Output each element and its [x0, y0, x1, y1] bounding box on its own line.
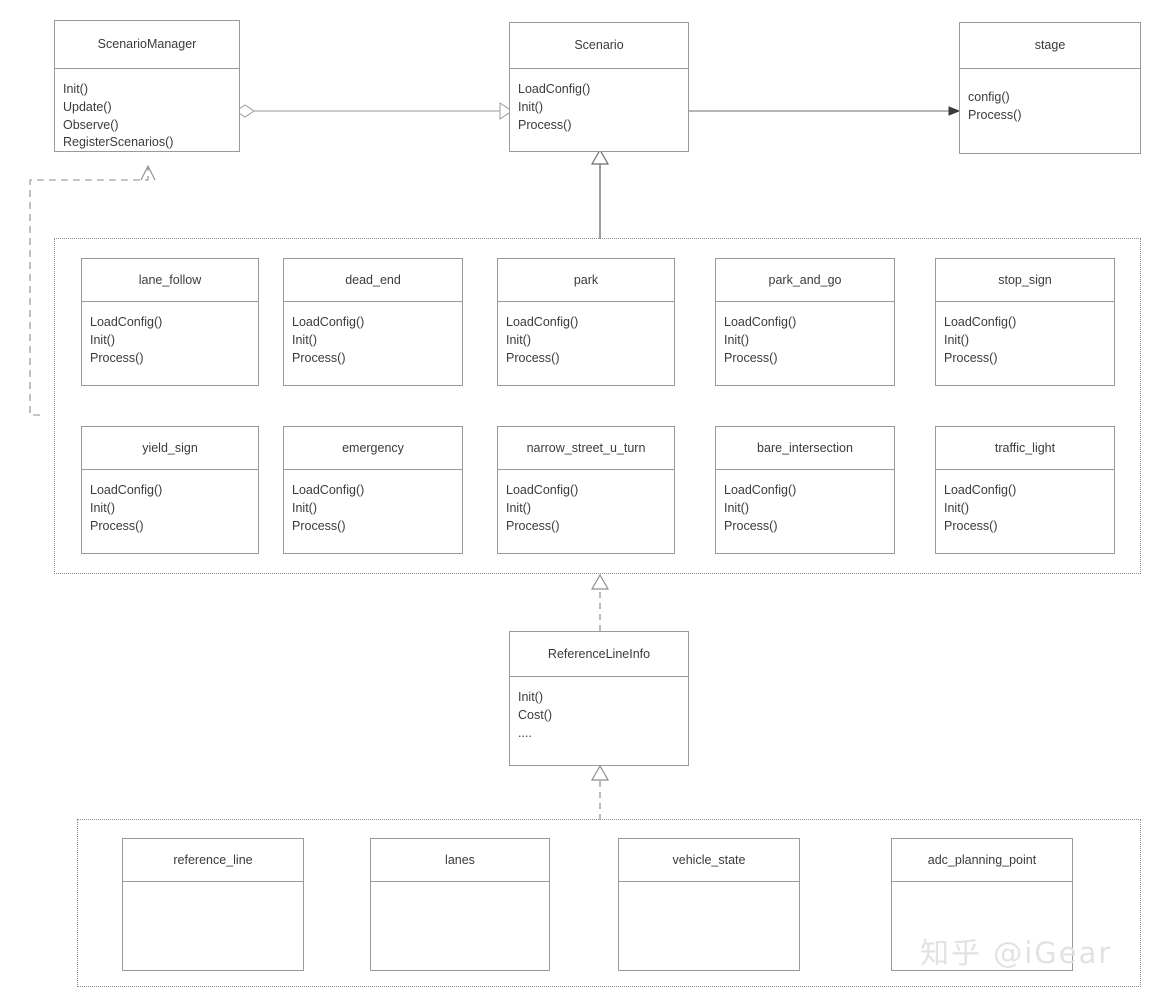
method-item: LoadConfig() [506, 483, 579, 497]
class-box-stage[interactable]: stage config() Process() [959, 22, 1141, 154]
method-item: Init() [90, 332, 115, 347]
class-box-emergency[interactable]: emergency LoadConfig() Init() Process() [283, 426, 463, 554]
method-item: Process() [724, 518, 778, 533]
method-item: RegisterScenarios() [63, 135, 174, 150]
edge-scenarios-scenario [590, 148, 610, 239]
class-title-vehicle-state: vehicle_state [619, 839, 799, 882]
class-title-lane-follow: lane_follow [82, 259, 258, 302]
method-item: Init() [506, 332, 531, 347]
class-methods-scenario-manager: Init() Update() Observe() RegisterScenar… [55, 69, 239, 152]
method-item: Update() [63, 99, 112, 114]
method-item: Cost() [518, 707, 553, 722]
class-methods-emergency: LoadConfig() Init() Process() [284, 470, 462, 535]
method-item: Init() [63, 82, 88, 96]
class-methods-stage: config() Process() [960, 69, 1140, 125]
class-title-stop-sign: stop_sign [936, 259, 1114, 302]
watermark-label: 知乎 @iGear [920, 936, 1113, 970]
method-item: LoadConfig() [724, 483, 797, 497]
method-item: LoadConfig() [944, 315, 1017, 329]
method-item: Init() [944, 332, 969, 347]
edge-data-referencelineinfo [590, 764, 610, 820]
class-title-reference-line-info: ReferenceLineInfo [510, 632, 688, 677]
class-title-bare-intersection: bare_intersection [716, 427, 894, 470]
class-title-stage: stage [960, 23, 1140, 69]
method-item: Process() [90, 350, 144, 365]
class-methods-park-and-go: LoadConfig() Init() Process() [716, 302, 894, 367]
class-title-park-and-go: park_and_go [716, 259, 894, 302]
class-box-scenario[interactable]: Scenario LoadConfig() Init() Process() [509, 22, 689, 152]
edge-scenario-stage [688, 106, 961, 116]
class-methods-bare-intersection: LoadConfig() Init() Process() [716, 470, 894, 535]
class-methods-dead-end: LoadConfig() Init() Process() [284, 302, 462, 367]
class-methods-narrow-street-u-turn: LoadConfig() Init() Process() [498, 470, 674, 535]
class-box-narrow-street-u-turn[interactable]: narrow_street_u_turn LoadConfig() Init()… [497, 426, 675, 554]
method-item: Process() [944, 350, 998, 365]
class-box-stop-sign[interactable]: stop_sign LoadConfig() Init() Process() [935, 258, 1115, 386]
method-item: Process() [968, 107, 1022, 122]
method-item: Init() [944, 500, 969, 515]
method-item: Init() [518, 99, 543, 114]
class-methods-scenario: LoadConfig() Init() Process() [510, 69, 688, 134]
method-item: Init() [292, 332, 317, 347]
class-title-lanes: lanes [371, 839, 549, 882]
class-box-reference-line[interactable]: reference_line [122, 838, 304, 971]
class-title-dead-end: dead_end [284, 259, 462, 302]
class-box-vehicle-state[interactable]: vehicle_state [618, 838, 800, 971]
method-item: Process() [90, 518, 144, 533]
method-item: Init() [292, 500, 317, 515]
method-item: LoadConfig() [90, 483, 163, 497]
class-title-park: park [498, 259, 674, 302]
method-item: LoadConfig() [292, 315, 365, 329]
class-box-dead-end[interactable]: dead_end LoadConfig() Init() Process() [283, 258, 463, 386]
method-item: Process() [506, 518, 560, 533]
method-item: Init() [724, 332, 749, 347]
class-diagram-canvas: stage (filled arrow) --> ScenarioManager… [0, 0, 1174, 1006]
method-item: LoadConfig() [724, 315, 797, 329]
method-item: LoadConfig() [518, 82, 591, 96]
class-title-reference-line: reference_line [123, 839, 303, 882]
class-box-park[interactable]: park LoadConfig() Init() Process() [497, 258, 675, 386]
class-box-scenario-manager[interactable]: ScenarioManager Init() Update() Observe(… [54, 20, 240, 152]
class-title-scenario: Scenario [510, 23, 688, 69]
class-title-narrow-street-u-turn: narrow_street_u_turn [498, 427, 674, 470]
class-methods-park: LoadConfig() Init() Process() [498, 302, 674, 367]
method-item: Process() [944, 518, 998, 533]
method-item: LoadConfig() [944, 483, 1017, 497]
edge-referencelineinfo-scenarios [590, 573, 610, 631]
class-methods-traffic-light: LoadConfig() Init() Process() [936, 470, 1114, 535]
method-item: Process() [506, 350, 560, 365]
class-box-yield-sign[interactable]: yield_sign LoadConfig() Init() Process() [81, 426, 259, 554]
class-methods-yield-sign: LoadConfig() Init() Process() [82, 470, 258, 535]
method-item: Init() [724, 500, 749, 515]
method-item: LoadConfig() [90, 315, 163, 329]
class-title-yield-sign: yield_sign [82, 427, 258, 470]
class-box-reference-line-info[interactable]: ReferenceLineInfo Init() Cost() .... [509, 631, 689, 766]
method-item: LoadConfig() [292, 483, 365, 497]
method-item: Process() [518, 117, 572, 132]
method-item: Process() [724, 350, 778, 365]
method-item: Init() [506, 500, 531, 515]
method-item: Process() [292, 518, 346, 533]
class-title-emergency: emergency [284, 427, 462, 470]
class-title-scenario-manager: ScenarioManager [55, 21, 239, 69]
method-item: Init() [518, 690, 543, 704]
method-item: config() [968, 90, 1010, 104]
class-box-lane-follow[interactable]: lane_follow LoadConfig() Init() Process(… [81, 258, 259, 386]
class-methods-lane-follow: LoadConfig() Init() Process() [82, 302, 258, 367]
method-item: Init() [90, 500, 115, 515]
class-box-park-and-go[interactable]: park_and_go LoadConfig() Init() Process(… [715, 258, 895, 386]
class-methods-reference-line-info: Init() Cost() .... [510, 677, 688, 742]
method-item: .... [518, 725, 532, 740]
method-item: Observe() [63, 117, 119, 132]
class-title-traffic-light: traffic_light [936, 427, 1114, 470]
class-box-lanes[interactable]: lanes [370, 838, 550, 971]
class-title-adc-planning-point: adc_planning_point [892, 839, 1072, 882]
class-methods-stop-sign: LoadConfig() Init() Process() [936, 302, 1114, 367]
class-box-bare-intersection[interactable]: bare_intersection LoadConfig() Init() Pr… [715, 426, 895, 554]
method-item: LoadConfig() [506, 315, 579, 329]
edge-scenariomanager-scenario [235, 102, 513, 120]
class-box-traffic-light[interactable]: traffic_light LoadConfig() Init() Proces… [935, 426, 1115, 554]
method-item: Process() [292, 350, 346, 365]
